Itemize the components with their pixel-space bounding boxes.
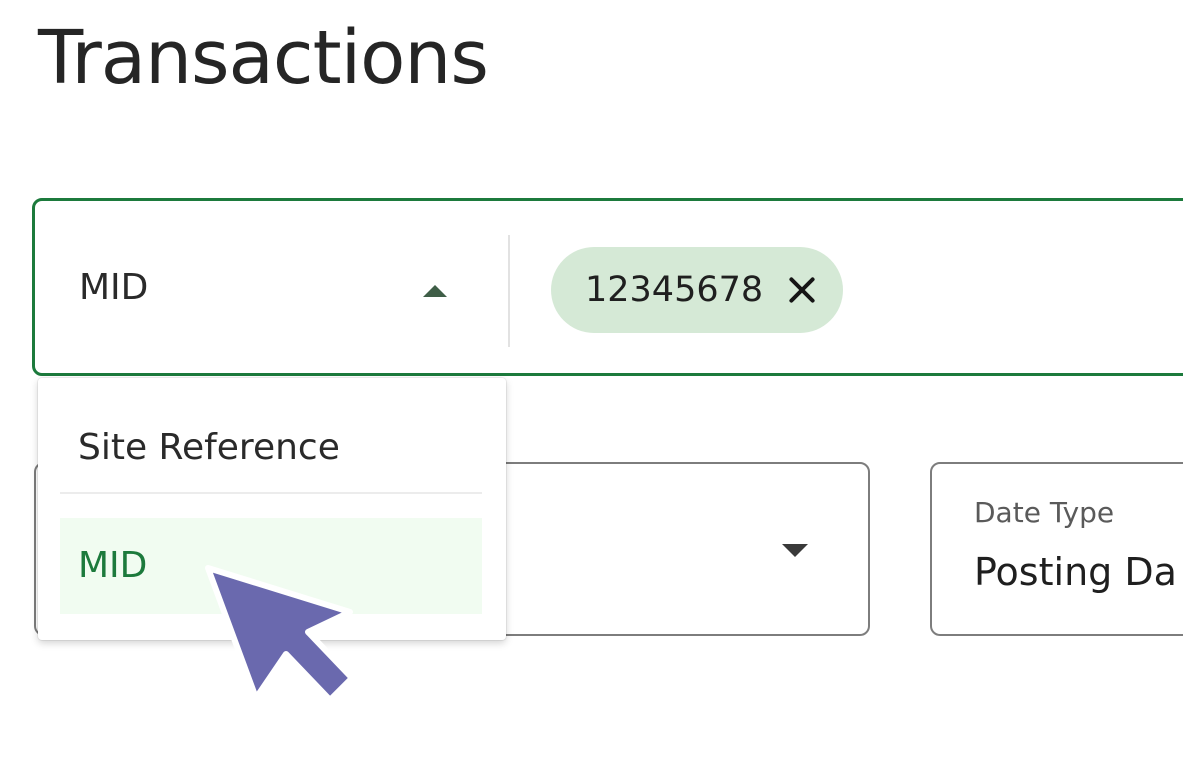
filter-field-value: MID (79, 267, 149, 308)
caret-down-icon[interactable] (782, 544, 808, 557)
dropdown-option-site-reference[interactable]: Site Reference (60, 414, 482, 494)
date-type-select[interactable]: Date Type Posting Da (930, 462, 1183, 636)
caret-up-icon[interactable] (423, 285, 447, 297)
chip-label: 12345678 (585, 270, 764, 310)
date-type-label: Date Type (974, 496, 1115, 529)
transactions-page: Transactions MID 12345678 s Date Type Po… (0, 0, 1183, 768)
filter-value-chip: 12345678 (551, 247, 844, 333)
filter-field-select[interactable]: MID (35, 201, 509, 373)
filter-bar: MID 12345678 (32, 198, 1183, 376)
filter-divider (508, 235, 510, 347)
date-type-value: Posting Da (974, 550, 1177, 594)
pointer-arrow-icon (205, 565, 355, 703)
close-icon[interactable] (787, 275, 817, 305)
page-title: Transactions (38, 15, 489, 101)
